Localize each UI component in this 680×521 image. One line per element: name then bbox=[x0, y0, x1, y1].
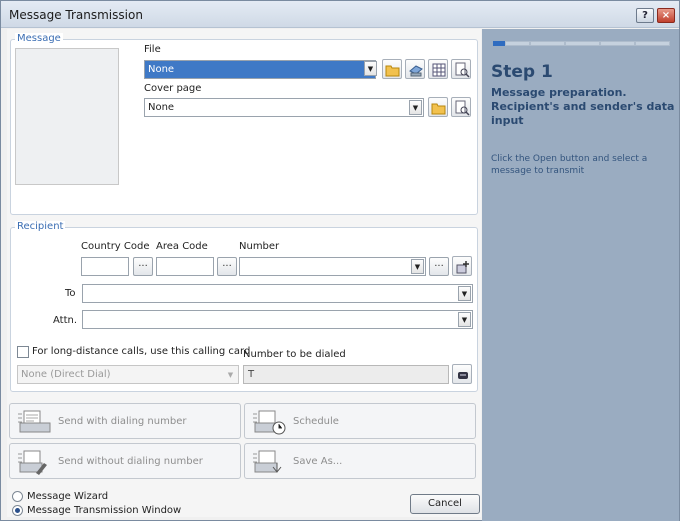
chevron-down-icon: ▼ bbox=[458, 312, 471, 327]
cover-page-value: None bbox=[148, 102, 175, 113]
number-select[interactable]: ▼ bbox=[239, 257, 426, 276]
magnifier-icon bbox=[455, 100, 470, 116]
file-select[interactable]: None bbox=[144, 60, 376, 79]
calling-card-value: None (Direct Dial) bbox=[21, 369, 111, 380]
calling-card-label: For long-distance calls, use this callin… bbox=[32, 346, 251, 357]
cancel-button[interactable]: Cancel bbox=[410, 494, 480, 514]
message-legend: Message bbox=[15, 33, 63, 44]
edit-message-button[interactable] bbox=[428, 59, 448, 79]
number-label: Number bbox=[239, 241, 280, 252]
country-code-browse-button[interactable]: ... bbox=[133, 257, 153, 276]
area-code-browse-button[interactable]: ... bbox=[217, 257, 237, 276]
schedule-label: Schedule bbox=[293, 416, 339, 427]
title-bar: Message Transmission ? × bbox=[1, 1, 679, 28]
main-panel: Message File None ▼ Cover page None ▼ Re… bbox=[7, 29, 481, 517]
calling-card-select[interactable]: None (Direct Dial) ▼ bbox=[17, 365, 239, 384]
area-code-input[interactable] bbox=[156, 257, 214, 276]
scanner-icon bbox=[409, 65, 423, 77]
cover-page-select[interactable]: None ▼ bbox=[144, 98, 424, 117]
close-button[interactable]: × bbox=[657, 8, 675, 23]
cover-page-label: Cover page bbox=[144, 83, 202, 94]
chevron-down-icon: ▼ bbox=[411, 259, 424, 274]
country-code-label: Country Code bbox=[81, 241, 150, 252]
step-title: Step 1 bbox=[491, 62, 553, 82]
step-hint: Click the Open button and select a messa… bbox=[491, 154, 648, 176]
chevron-down-icon: ▼ bbox=[458, 286, 471, 301]
number-to-dial-value: T bbox=[248, 369, 255, 380]
add-recipient-button[interactable] bbox=[452, 256, 472, 276]
folder-open-icon bbox=[431, 103, 446, 115]
message-group: Message File None ▼ Cover page None ▼ bbox=[10, 33, 478, 215]
grid-edit-icon bbox=[432, 63, 446, 77]
preview-file-button[interactable] bbox=[451, 59, 471, 79]
file-dropdown[interactable]: ▼ bbox=[362, 60, 378, 79]
chevron-down-icon: ▼ bbox=[227, 371, 234, 379]
recipient-group: Recipient Country Code Area Code Number … bbox=[10, 221, 478, 392]
attn-select[interactable]: ▼ bbox=[82, 310, 473, 329]
dial-settings-button[interactable] bbox=[452, 364, 472, 384]
send-without-dialing-label: Send without dialing number bbox=[58, 456, 203, 467]
schedule-button[interactable]: Schedule bbox=[244, 403, 476, 439]
preview-cover-button[interactable] bbox=[451, 97, 471, 117]
progress-step-1 bbox=[493, 41, 505, 46]
save-fax-icon bbox=[253, 450, 282, 473]
wizard-panel: Step 1 Message preparation. Recipient's … bbox=[482, 29, 679, 521]
schedule-clock-icon bbox=[253, 410, 286, 435]
chevron-down-icon: ▼ bbox=[409, 100, 422, 115]
message-wizard-label: Message Wizard bbox=[27, 491, 109, 502]
message-transmission-window-label: Message Transmission Window bbox=[27, 505, 182, 516]
folder-open-icon bbox=[385, 65, 400, 77]
send-without-dialing-button[interactable]: Send without dialing number bbox=[9, 443, 241, 479]
to-select[interactable]: ▼ bbox=[82, 284, 473, 303]
window-title: Message Transmission bbox=[9, 8, 143, 22]
open-file-button[interactable] bbox=[382, 59, 402, 79]
message-wizard-radio[interactable] bbox=[12, 491, 23, 502]
progress-step-1-rest bbox=[505, 41, 530, 46]
country-code-input[interactable] bbox=[81, 257, 129, 276]
file-select-value: None bbox=[148, 64, 175, 75]
recipient-legend: Recipient bbox=[15, 221, 66, 232]
to-label: To bbox=[65, 288, 76, 299]
step-description: Message preparation. Recipient's and sen… bbox=[491, 86, 675, 127]
message-preview bbox=[15, 48, 119, 185]
help-button[interactable]: ? bbox=[636, 8, 654, 23]
area-code-label: Area Code bbox=[156, 241, 208, 252]
send-with-dialing-label: Send with dialing number bbox=[58, 416, 187, 427]
progress-step-4 bbox=[600, 41, 635, 46]
number-to-dial-label: Number to be dialed bbox=[243, 349, 346, 360]
number-to-dial-field[interactable]: T bbox=[243, 365, 449, 384]
number-browse-button[interactable]: ... bbox=[429, 257, 449, 276]
progress-step-3 bbox=[565, 41, 600, 46]
scan-button[interactable] bbox=[405, 59, 425, 79]
attn-label: Attn. bbox=[53, 315, 78, 326]
fax-edit-icon bbox=[18, 450, 47, 475]
magnifier-icon bbox=[455, 62, 470, 78]
open-cover-button[interactable] bbox=[428, 97, 448, 117]
send-with-dialing-button[interactable]: Send with dialing number bbox=[9, 403, 241, 439]
save-as-label: Save As... bbox=[293, 456, 343, 467]
file-label: File bbox=[144, 44, 161, 55]
save-as-button[interactable]: Save As... bbox=[244, 443, 476, 479]
calling-card-checkbox[interactable] bbox=[17, 346, 29, 358]
message-transmission-window-radio[interactable] bbox=[12, 505, 23, 516]
message-transmission-window: Message Transmission ? × Message File No… bbox=[0, 0, 680, 521]
progress-step-5 bbox=[635, 41, 670, 46]
progress-step-2 bbox=[530, 41, 565, 46]
chevron-down-icon: ▼ bbox=[364, 61, 377, 76]
fax-send-icon bbox=[18, 410, 51, 433]
add-contact-icon bbox=[456, 261, 469, 274]
phone-icon bbox=[458, 372, 468, 379]
